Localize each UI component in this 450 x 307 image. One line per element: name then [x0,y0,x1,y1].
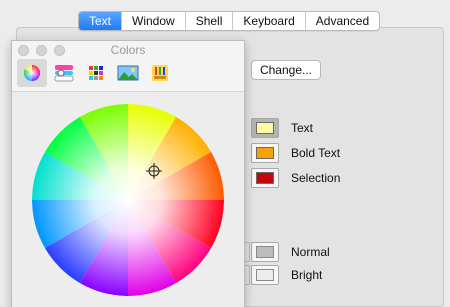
color-sliders-icon [54,65,74,82]
ansi-bright-row: Bright [251,265,322,285]
image-palettes-mode-button[interactable] [113,59,143,87]
colors-panel-title: Colors [110,43,146,57]
image-palettes-icon [117,65,139,81]
bold-text-color-chip [256,147,274,159]
crayons-icon [152,65,168,81]
color-sliders-mode-button[interactable] [49,59,79,87]
text-color-row: Text [251,118,313,138]
ansi-bright-color-chip [256,269,274,281]
selection-color-label: Selection [291,171,341,185]
color-wheel-mode-button[interactable] [17,59,47,87]
color-wheel-graphic [32,104,224,296]
change-font-button[interactable]: Change... [251,60,321,80]
settings-tab-bar: Text Window Shell Keyboard Advanced [78,11,381,31]
bold-text-color-label: Bold Text [291,146,341,160]
color-wheel[interactable] [32,104,224,296]
ansi-normal-row: Normal [251,242,330,262]
ansi-bright-color-well[interactable] [251,265,279,285]
tab-shell[interactable]: Shell [184,12,233,30]
color-wheel-icon [23,64,41,82]
text-color-well[interactable] [251,118,279,138]
color-wheel-area [12,91,244,307]
tab-advanced[interactable]: Advanced [304,12,379,30]
ansi-normal-label: Normal [291,245,330,259]
bold-text-color-row: Bold Text [251,143,340,163]
text-color-chip [256,122,274,134]
colors-panel: Colors [11,40,245,307]
text-color-label: Text [291,121,314,135]
colors-titlebar: Colors [12,41,244,58]
selection-color-row: Selection [251,168,340,188]
selection-color-chip [256,172,274,184]
tab-window[interactable]: Window [121,12,185,30]
ansi-bright-label: Bright [291,268,323,282]
bold-text-color-well[interactable] [251,143,279,163]
selection-color-well[interactable] [251,168,279,188]
color-palettes-icon [89,66,103,80]
ansi-normal-color-well[interactable] [251,242,279,262]
color-mode-toolbar [12,58,244,89]
ansi-normal-color-chip [256,246,274,258]
crayons-mode-button[interactable] [145,59,175,87]
color-palettes-mode-button[interactable] [81,59,111,87]
tab-keyboard[interactable]: Keyboard [232,12,304,30]
tab-text[interactable]: Text [79,12,122,30]
